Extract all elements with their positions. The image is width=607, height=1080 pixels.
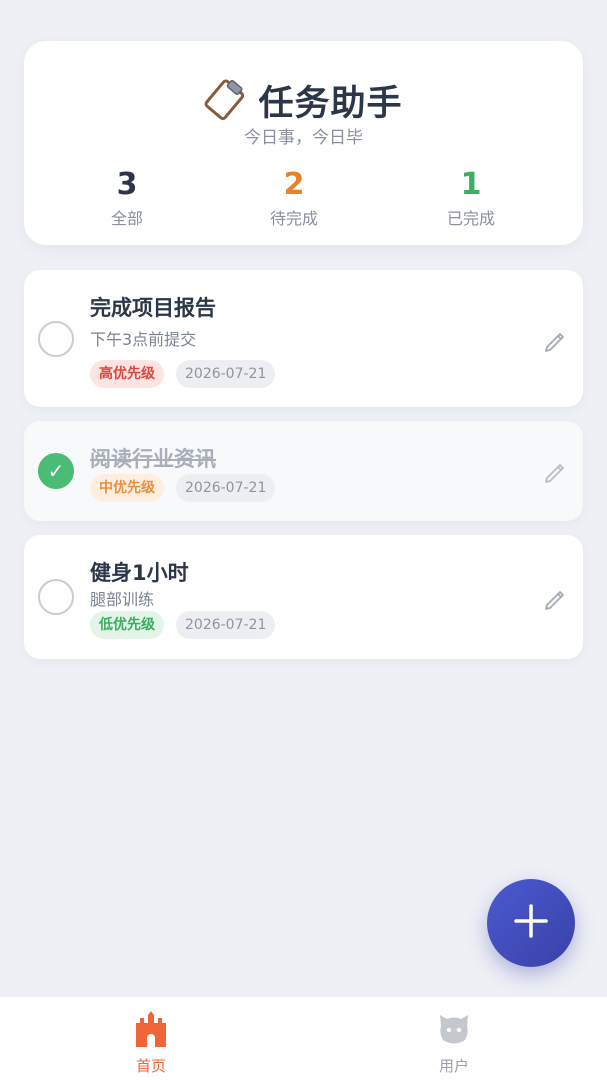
bottom-nav: 首页 用户 (0, 996, 607, 1080)
title-row: 任务助手 (24, 75, 583, 126)
stat-pending[interactable]: 2 待完成 (234, 167, 354, 229)
stat-all-value: 3 (116, 167, 138, 202)
pencil-icon[interactable] (543, 459, 569, 485)
stat-all[interactable]: 3 全部 (67, 167, 187, 229)
task-checkbox[interactable] (38, 321, 74, 357)
stat-done-value: 1 (460, 167, 482, 202)
task-description: 下午3点前提交 (90, 330, 197, 349)
date-badge: 2026-07-21 (176, 360, 276, 388)
app-subtitle: 今日事，今日毕 (244, 128, 363, 148)
task-description: 腿部训练 (90, 590, 155, 609)
priority-badge: 中优先级 (90, 474, 164, 502)
checkmark-icon: ✓ (47, 459, 65, 483)
stat-done[interactable]: 1 已完成 (411, 167, 531, 229)
summary-card: 任务助手 今日事，今日毕 3 全部 2 待完成 1 已完成 (24, 41, 583, 245)
castle-icon (134, 1011, 168, 1051)
nav-item-user[interactable]: 用户 (404, 1011, 504, 1076)
task-item[interactable]: ✓ 阅读行业资讯 中优先级 2026-07-21 (24, 421, 583, 521)
plus-icon (513, 903, 549, 943)
task-checkbox[interactable] (38, 579, 74, 615)
clipboard-icon (204, 78, 246, 124)
nav-label-home: 首页 (135, 1057, 166, 1075)
priority-badge: 高优先级 (90, 360, 164, 388)
priority-badge: 低优先级 (90, 611, 164, 639)
pencil-icon[interactable] (543, 586, 569, 612)
task-title: 健身1小时 (90, 561, 189, 585)
pencil-icon[interactable] (543, 328, 569, 354)
date-badge: 2026-07-21 (176, 474, 276, 502)
stat-done-label: 已完成 (446, 209, 495, 228)
user-icon (437, 1015, 471, 1051)
nav-item-home[interactable]: 首页 (101, 1011, 201, 1076)
stat-pending-label: 待完成 (269, 209, 318, 228)
date-badge: 2026-07-21 (176, 611, 276, 639)
stat-all-label: 全部 (110, 209, 143, 228)
app-title: 任务助手 (258, 84, 403, 124)
task-checkbox-checked[interactable]: ✓ (38, 453, 74, 489)
task-item[interactable]: 健身1小时 腿部训练 低优先级 2026-07-21 (24, 535, 583, 659)
add-task-button[interactable] (487, 879, 575, 967)
task-title: 阅读行业资讯 (90, 447, 216, 471)
task-item[interactable]: 完成项目报告 下午3点前提交 高优先级 2026-07-21 (24, 270, 583, 407)
task-title: 完成项目报告 (90, 296, 216, 320)
nav-label-user: 用户 (438, 1057, 469, 1075)
stats-row: 3 全部 2 待完成 1 已完成 (24, 167, 583, 231)
stat-pending-value: 2 (283, 167, 305, 202)
app: 任务助手 今日事，今日毕 3 全部 2 待完成 1 已完成 完成项目报告 下午3… (0, 0, 607, 1080)
